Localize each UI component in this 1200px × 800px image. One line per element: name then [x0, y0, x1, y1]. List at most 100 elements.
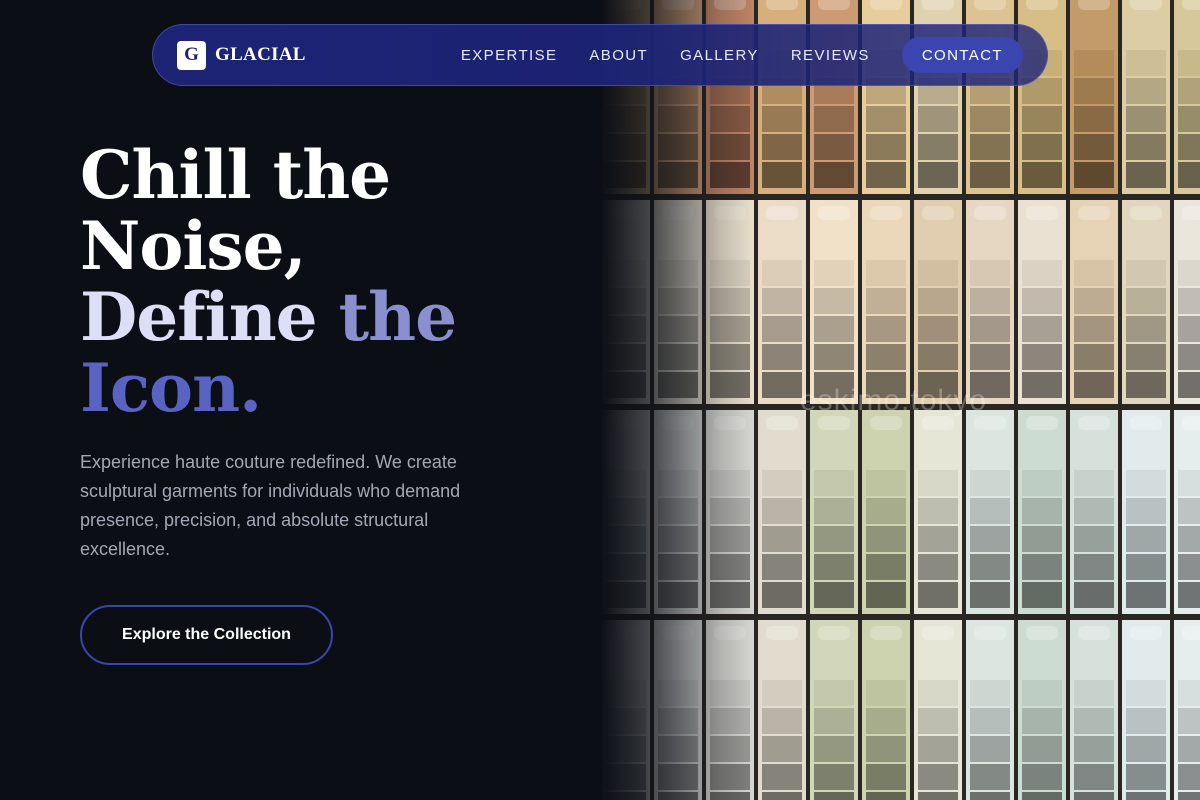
paint-chip-hanger — [1182, 0, 1200, 10]
paint-chip-swatch — [1022, 470, 1062, 496]
paint-chip-swatch — [762, 260, 802, 286]
nav-item-expertise[interactable]: EXPERTISE — [461, 47, 558, 64]
nav-item-about[interactable]: ABOUT — [589, 47, 648, 64]
paint-chip-hanger — [662, 626, 694, 640]
paint-chip-swatch — [1178, 162, 1200, 188]
nav-item-reviews[interactable]: REVIEWS — [791, 47, 870, 64]
paint-chip-hanger — [714, 206, 746, 220]
paint-chip-swatch — [1074, 554, 1114, 580]
paint-chip-swatch — [866, 764, 906, 790]
paint-chip-swatch — [970, 344, 1010, 370]
paint-chip-hanger — [922, 206, 954, 220]
paint-chip-swatch — [658, 680, 698, 706]
paint-chip-swatch — [710, 498, 750, 524]
paint-chip-swatch — [1126, 372, 1166, 398]
paint-chip-hanger — [714, 416, 746, 430]
contact-button[interactable]: CONTACT — [901, 37, 1023, 73]
paint-chip-swatch — [606, 288, 646, 314]
paint-chip-hanger — [766, 0, 798, 10]
nav-item-gallery[interactable]: GALLERY — [680, 47, 759, 64]
paint-chip-swatch — [1074, 106, 1114, 132]
paint-chip-swatch — [866, 526, 906, 552]
paint-chip-swatch — [866, 344, 906, 370]
paint-chip-swatch — [814, 134, 854, 160]
paint-chip-hanger — [766, 416, 798, 430]
headline-line-1: Chill the — [80, 136, 391, 214]
paint-chip-hanger — [1026, 626, 1058, 640]
paint-chip-swatch — [1074, 736, 1114, 762]
paint-chip-swatch — [606, 526, 646, 552]
paint-chip-swatch — [866, 792, 906, 800]
paint-chip-swatch — [970, 764, 1010, 790]
explore-collection-button[interactable]: Explore the Collection — [80, 605, 333, 665]
paint-chip-hanger — [818, 626, 850, 640]
paint-chip-hanger — [1130, 0, 1162, 10]
paint-chip-swatch — [606, 498, 646, 524]
paint-chip-hanger — [1182, 416, 1200, 430]
paint-chip-hanger — [1078, 206, 1110, 220]
paint-chip-swatch — [1178, 498, 1200, 524]
paint-chip-hanger — [1026, 0, 1058, 10]
paint-chip-hanger — [1026, 206, 1058, 220]
paint-chip-swatch — [918, 526, 958, 552]
paint-chip-swatch — [1074, 344, 1114, 370]
headline-word-define: Define — [80, 278, 318, 356]
paint-chip-swatch — [1074, 792, 1114, 800]
paint-chip-swatch — [710, 372, 750, 398]
paint-chip-swatch — [918, 792, 958, 800]
paint-chip-swatch — [762, 526, 802, 552]
paint-chip-hanger — [1130, 206, 1162, 220]
paint-chip-swatch — [1178, 316, 1200, 342]
paint-chip-swatch — [1126, 680, 1166, 706]
paint-chip-hanger — [974, 626, 1006, 640]
paint-chip-swatch — [1126, 498, 1166, 524]
brand-logo[interactable]: G GLACIAL — [177, 40, 306, 70]
paint-chip-hanger — [610, 0, 642, 10]
paint-chip-swatch — [658, 554, 698, 580]
paint-chip-swatch — [1022, 260, 1062, 286]
paint-chip-swatch — [866, 708, 906, 734]
paint-chip-swatch — [1022, 792, 1062, 800]
hero-headline: Chill the Noise, Define the Icon. — [80, 140, 600, 424]
headline-word-the: the — [338, 278, 457, 356]
paint-chip-swatch — [762, 134, 802, 160]
paint-chip-swatch — [918, 260, 958, 286]
paint-chip-swatch — [1178, 106, 1200, 132]
paint-chip-swatch — [1126, 316, 1166, 342]
paint-chip-swatch — [1022, 372, 1062, 398]
paint-chip-swatch — [1126, 582, 1166, 608]
paint-chip-hanger — [1078, 626, 1110, 640]
paint-chip-swatch — [606, 680, 646, 706]
paint-chip-swatch — [814, 526, 854, 552]
paint-chip-swatch — [658, 792, 698, 800]
paint-chip-swatch — [918, 106, 958, 132]
paint-chip-swatch — [866, 134, 906, 160]
paint-chip-swatch — [918, 582, 958, 608]
paint-chip-swatch — [1074, 162, 1114, 188]
paint-chip-swatch — [1178, 680, 1200, 706]
paint-chip-swatch — [1126, 106, 1166, 132]
paint-chip-swatch — [658, 764, 698, 790]
paint-chip-swatch — [1178, 526, 1200, 552]
paint-chip-swatch — [1074, 372, 1114, 398]
paint-chip-swatch — [866, 106, 906, 132]
paint-chip-swatch — [1126, 50, 1166, 76]
paint-chip-hanger — [1182, 626, 1200, 640]
paint-chip-swatch — [658, 526, 698, 552]
paint-chip-swatch — [1178, 344, 1200, 370]
paint-chip-swatch — [762, 344, 802, 370]
paint-chip-swatch — [606, 106, 646, 132]
paint-chip-swatch — [658, 316, 698, 342]
paint-chip-swatch — [658, 498, 698, 524]
paint-chip-swatch — [918, 162, 958, 188]
paint-chip-swatch — [710, 680, 750, 706]
paint-chip-swatch — [1178, 708, 1200, 734]
paint-chip-hanger — [1130, 626, 1162, 640]
paint-chip-hanger — [870, 0, 902, 10]
paint-chip-swatch — [970, 680, 1010, 706]
paint-chip-swatch — [1074, 50, 1114, 76]
paint-chip-swatch — [606, 792, 646, 800]
paint-chip-swatch — [1126, 764, 1166, 790]
paint-chip-swatch — [606, 582, 646, 608]
paint-chip-swatch — [606, 260, 646, 286]
